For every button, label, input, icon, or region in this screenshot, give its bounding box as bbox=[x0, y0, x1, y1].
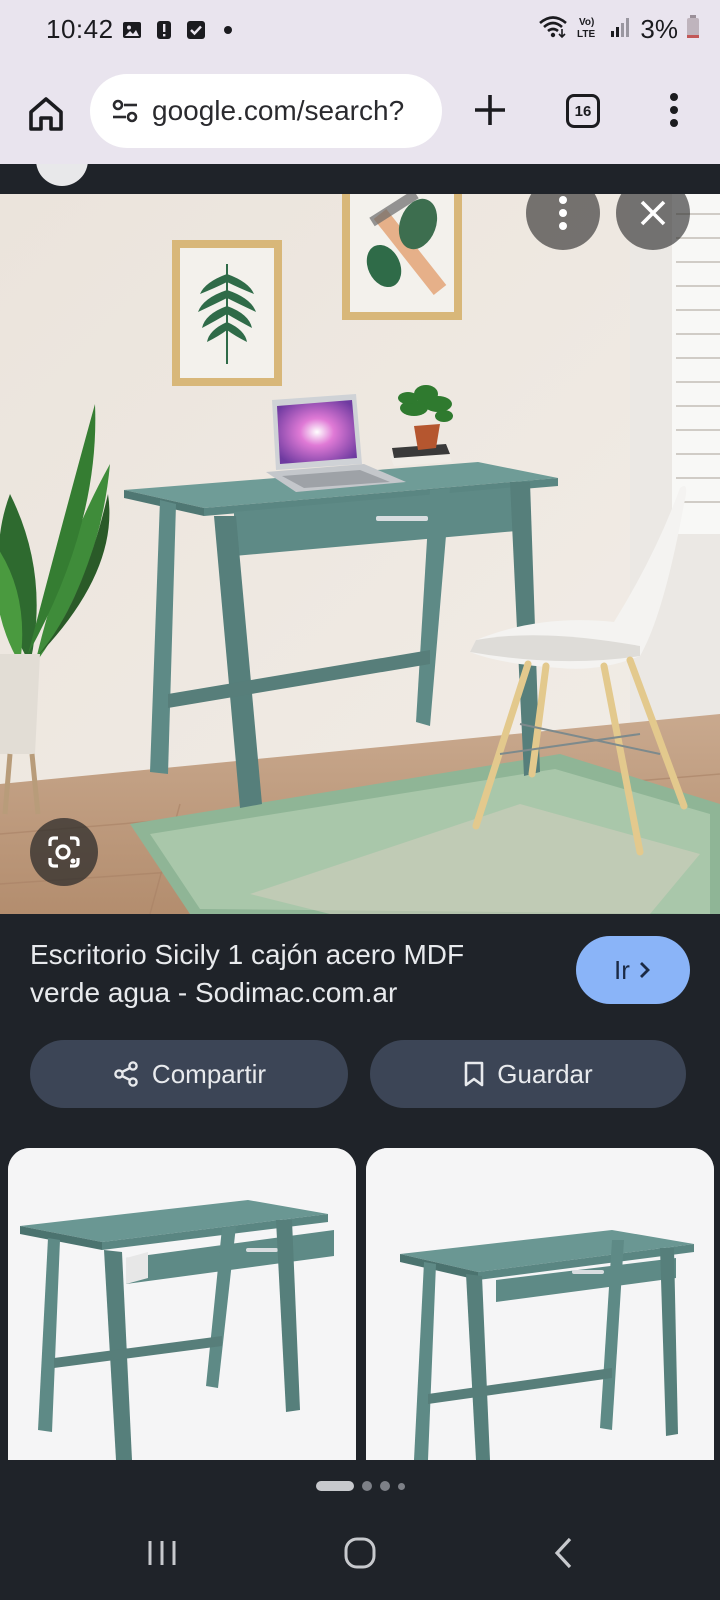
image-icon bbox=[122, 20, 142, 40]
home-button[interactable] bbox=[22, 90, 70, 138]
more-vert-icon bbox=[670, 93, 678, 127]
nav-home-button[interactable] bbox=[340, 1534, 380, 1572]
share-label: Compartir bbox=[151, 1058, 267, 1089]
chevron-right-icon bbox=[639, 962, 650, 978]
new-tab-button[interactable] bbox=[466, 86, 514, 134]
battery-percent: 3% bbox=[640, 14, 678, 44]
results-header-strip bbox=[0, 164, 720, 194]
avatar[interactable] bbox=[36, 164, 88, 186]
status-bar: 10:42 Vo) LTE 3% bbox=[0, 0, 720, 64]
plus-icon bbox=[475, 95, 505, 125]
carousel-dot-1 bbox=[315, 1481, 354, 1491]
save-label: Guardar bbox=[497, 1058, 593, 1089]
result-title[interactable]: Escritorio Sicily 1 cajón acero MDF verd… bbox=[30, 936, 530, 1012]
system-nav-bar bbox=[0, 1506, 720, 1600]
carousel-dot-4 bbox=[397, 1482, 405, 1490]
product-image[interactable] bbox=[0, 194, 720, 914]
volte-icon: Vo) LTE bbox=[576, 14, 602, 45]
visit-button[interactable]: Ir bbox=[576, 936, 690, 1004]
notification-icons bbox=[122, 20, 238, 40]
check-icon bbox=[186, 20, 206, 40]
save-button[interactable]: Guardar bbox=[370, 1040, 686, 1108]
lens-icon bbox=[48, 836, 80, 868]
battery-icon bbox=[686, 15, 700, 44]
tab-switcher-button[interactable]: 16 bbox=[566, 94, 600, 128]
bookmark-icon bbox=[464, 1061, 484, 1087]
related-image-2[interactable] bbox=[366, 1148, 714, 1460]
tab-count: 16 bbox=[574, 102, 592, 120]
status-time: 10:42 bbox=[46, 14, 114, 44]
signal-icon bbox=[610, 15, 632, 44]
alert-icon bbox=[154, 20, 174, 40]
browser-menu-button[interactable] bbox=[656, 86, 692, 134]
address-bar[interactable]: google.com/search? bbox=[90, 74, 442, 148]
carousel-dot-3 bbox=[379, 1481, 390, 1491]
browser-toolbar: google.com/search? 16 bbox=[0, 64, 720, 164]
google-lens-button[interactable] bbox=[30, 818, 98, 886]
carousel-dot-2 bbox=[361, 1481, 372, 1491]
url-text: google.com/search? bbox=[152, 95, 405, 126]
site-settings-icon[interactable] bbox=[108, 94, 142, 128]
nav-back-button[interactable] bbox=[544, 1534, 584, 1572]
wifi-icon bbox=[538, 15, 568, 44]
share-icon bbox=[114, 1061, 138, 1087]
related-image-1[interactable] bbox=[8, 1148, 356, 1460]
recents-icon bbox=[148, 1541, 176, 1565]
recent-apps-button[interactable] bbox=[140, 1536, 184, 1570]
back-icon bbox=[554, 1537, 572, 1569]
carousel-indicator bbox=[0, 1478, 720, 1494]
more-vert-icon bbox=[559, 196, 567, 230]
home-icon bbox=[29, 97, 63, 131]
share-button[interactable]: Compartir bbox=[30, 1040, 348, 1108]
close-icon bbox=[640, 200, 666, 226]
dot-icon bbox=[218, 20, 238, 40]
svg-text:Vo): Vo) bbox=[579, 17, 594, 28]
visit-label: Ir bbox=[614, 954, 630, 985]
screen: 10:42 Vo) LTE 3% google.com/search? 16 E… bbox=[0, 0, 720, 1600]
svg-text:LTE: LTE bbox=[577, 29, 595, 40]
home-circle-icon bbox=[344, 1537, 376, 1569]
system-icons: Vo) LTE 3% bbox=[538, 14, 700, 45]
